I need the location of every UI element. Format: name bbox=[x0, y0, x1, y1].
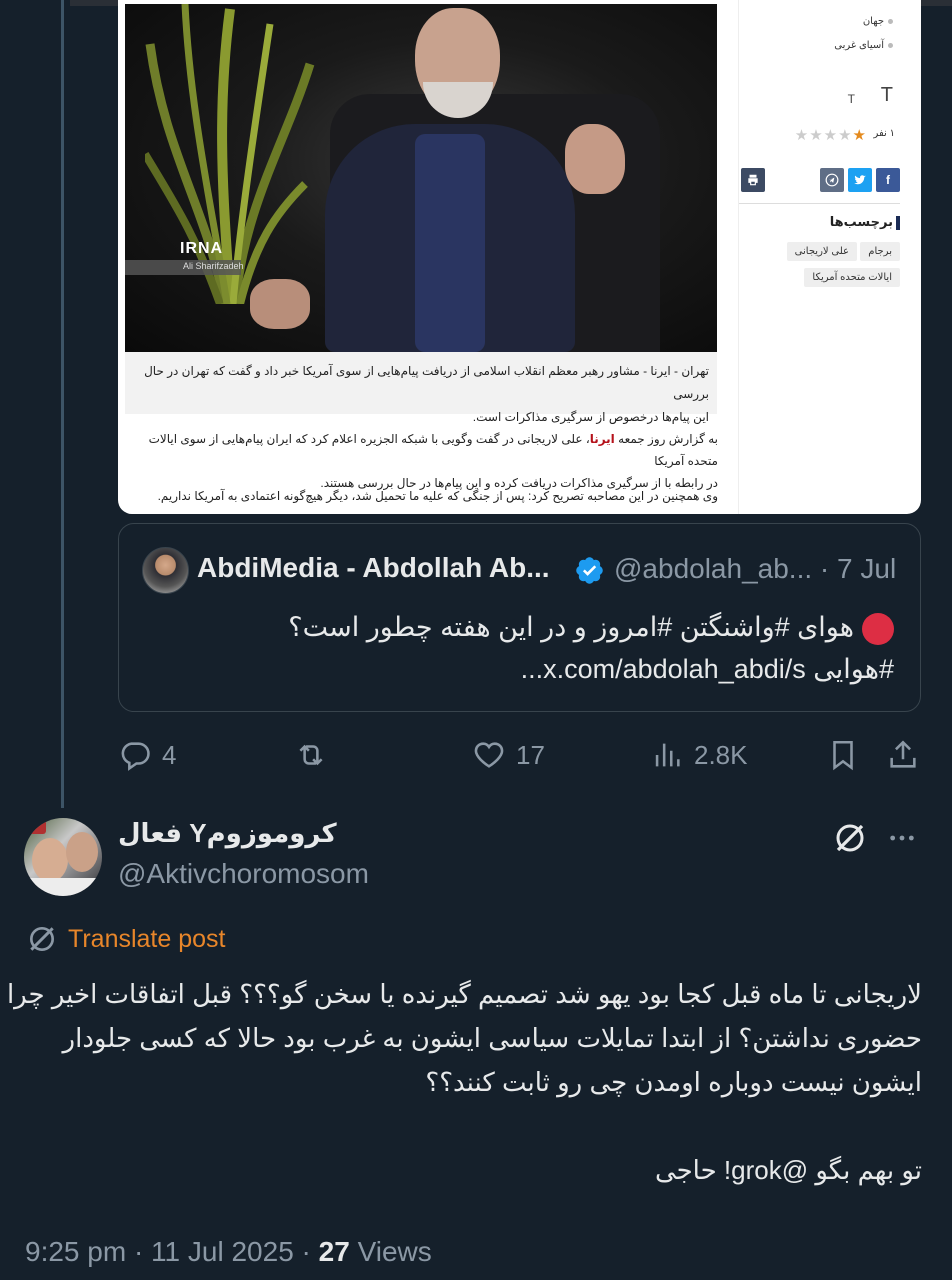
facebook-icon: f bbox=[876, 168, 900, 192]
reply-button[interactable]: 4 bbox=[118, 737, 176, 773]
bullet-icon bbox=[888, 42, 893, 48]
translate-post-button[interactable]: Translate post bbox=[26, 922, 225, 956]
tags-title: برچسب‌ها bbox=[829, 214, 893, 229]
tag-chip: برجام bbox=[860, 242, 900, 261]
body-line: به گزارش روز جمعه ایرنا، علی لاریجانی در… bbox=[128, 428, 718, 472]
bookmark-icon bbox=[833, 740, 853, 771]
tweet-text: لاریجانی تا ماه قبل کجا بود یهو شد تصمیم… bbox=[6, 972, 922, 1192]
verified-badge-icon bbox=[576, 557, 603, 584]
translate-label[interactable]: Translate post bbox=[68, 925, 225, 954]
plant-illustration bbox=[145, 4, 315, 304]
irna-watermark: IRNA bbox=[180, 240, 224, 257]
avatar[interactable] bbox=[24, 818, 102, 896]
tweet-text-line: ایشون نیست دوباره اومدن چی رو ثابت کنند؟… bbox=[425, 1067, 922, 1097]
star-icon: ★ bbox=[852, 127, 867, 144]
repost-icon bbox=[299, 744, 323, 766]
rating-count: ۱ نفر bbox=[873, 128, 895, 139]
views-count: 2.8K bbox=[694, 739, 748, 770]
reply-icon bbox=[121, 742, 150, 771]
quoted-author-name[interactable]: AbdiMedia - Abdollah Ab... bbox=[197, 552, 550, 584]
quoted-text: هوای #واشنگتن #امروز و در این هفته چطور … bbox=[288, 612, 854, 642]
avatar[interactable] bbox=[142, 547, 189, 594]
reply-count: 4 bbox=[162, 739, 177, 770]
tag-chip: ایالات متحده آمریکا bbox=[804, 268, 900, 287]
article-photo: IRNA Ali Sharifzadeh bbox=[125, 4, 717, 352]
quoted-handle-date[interactable]: @abdolah_ab... · 7 Jul bbox=[614, 553, 896, 585]
tweet-timestamp[interactable]: 9:25 pm · 11 Jul 2025 · 27 Views bbox=[25, 1236, 432, 1268]
photo-credit: Ali Sharifzadeh bbox=[183, 261, 244, 271]
views-label: Views bbox=[349, 1236, 432, 1267]
grok-icon[interactable] bbox=[832, 820, 868, 856]
tag-chip: علی لاریجانی bbox=[786, 242, 857, 261]
red-circle-emoji-icon bbox=[862, 612, 894, 645]
tweet-text-line: لاریجانی تا ماه قبل کجا بود یهو شد تصمیم… bbox=[6, 979, 922, 1009]
author-handle[interactable]: @Aktivchoromosom bbox=[118, 858, 369, 890]
more-options-icon[interactable] bbox=[886, 824, 918, 852]
caption-line: تهران - ایرنا - مشاور رهبر معظم انقلاب ا… bbox=[144, 364, 709, 401]
share-icon bbox=[890, 740, 916, 768]
avatar-face bbox=[32, 838, 68, 882]
avatar-badge bbox=[26, 820, 46, 834]
article-sidebar: جهان آسیای غربی T T ۱ نفر ★★★★★ f برچسب‌… bbox=[738, 0, 921, 514]
body-text: به گزارش روز جمعه bbox=[614, 432, 718, 446]
divider bbox=[739, 203, 900, 204]
repost-button[interactable] bbox=[294, 737, 328, 773]
person-hand bbox=[565, 124, 625, 194]
telegram-icon bbox=[820, 168, 844, 192]
font-size-large-button: T bbox=[880, 84, 893, 106]
time-date[interactable]: 9:25 pm · 11 Jul 2025 · bbox=[25, 1236, 319, 1267]
views-count: 27 bbox=[318, 1236, 350, 1267]
bookmark-button[interactable] bbox=[826, 737, 860, 773]
like-button[interactable]: 17 bbox=[472, 737, 545, 773]
article-screenshot-image[interactable]: IRNA Ali Sharifzadeh تهران - ایرنا - مشا… bbox=[118, 0, 921, 514]
tweet-text-line: تو بهم بگو @grok! حاجی bbox=[654, 1155, 922, 1185]
share-button[interactable] bbox=[886, 737, 920, 773]
font-size-small-button: T bbox=[847, 92, 855, 106]
heart-icon bbox=[474, 742, 504, 768]
quoted-tweet-card[interactable]: AbdiMedia - Abdollah Ab... @abdolah_ab..… bbox=[118, 523, 921, 712]
body-line: وی همچنین در این مصاحبه تصریح کرد: پس از… bbox=[157, 489, 718, 503]
views-button[interactable]: 2.8K bbox=[650, 737, 748, 773]
thread-connector-line bbox=[61, 0, 64, 808]
twitter-icon bbox=[848, 168, 872, 192]
avatar-shirt bbox=[24, 878, 102, 896]
author-name[interactable]: فعال Yکروموزوم bbox=[118, 818, 337, 849]
quoted-text-line[interactable]: #هوایی x.com/abdolah_abdi/s... bbox=[521, 654, 894, 685]
source-link: ایرنا bbox=[589, 432, 615, 446]
article-caption: تهران - ایرنا - مشاور رهبر معظم انقلاب ا… bbox=[129, 360, 709, 429]
views-bar-chart-icon bbox=[655, 743, 680, 767]
star-rating: ★★★★★ bbox=[795, 126, 867, 144]
star-icon: ★★★★ bbox=[794, 127, 853, 144]
quoted-text-line: هوای #واشنگتن #امروز و در این هفته چطور … bbox=[288, 612, 894, 645]
person-hand-left bbox=[250, 279, 310, 329]
person-shirt bbox=[415, 134, 485, 352]
like-count: 17 bbox=[516, 739, 545, 770]
print-icon bbox=[741, 168, 765, 192]
avatar-face bbox=[66, 832, 98, 872]
grok-translate-icon bbox=[30, 927, 54, 951]
caption-line: این پیام‌ها درخصوص از سرگیری مذاکرات است… bbox=[472, 410, 709, 424]
breadcrumb-item: آسیای غربی bbox=[834, 40, 893, 51]
breadcrumb-item: جهان bbox=[863, 16, 893, 27]
bullet-icon bbox=[888, 18, 893, 24]
tweet-text-line: حضوری نداشتن؟ از ابتدا تمایلات سیاسی ایش… bbox=[62, 1023, 922, 1053]
tag-marker bbox=[896, 216, 900, 230]
